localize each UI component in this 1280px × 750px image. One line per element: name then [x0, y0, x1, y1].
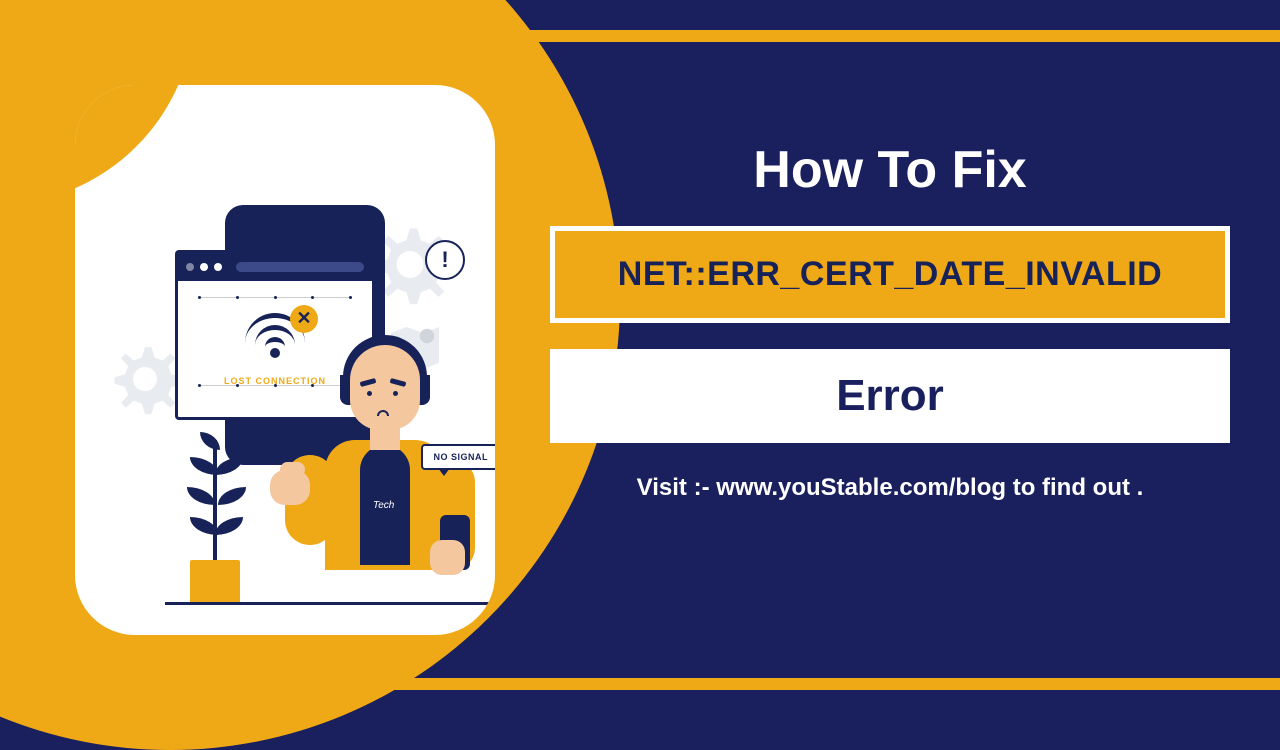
- person-eye: [393, 391, 398, 396]
- desk-line: [165, 602, 495, 605]
- exclamation-bubble-icon: !: [425, 240, 465, 280]
- leaf-icon: [200, 432, 220, 450]
- bottom-accent-bar: [340, 678, 1280, 690]
- leaf-icon: [215, 457, 243, 475]
- address-bar: [236, 262, 364, 272]
- illustration-container: ✕ LOST CONNECTION ! Tech: [75, 85, 495, 635]
- browser-titlebar: [178, 253, 372, 281]
- person-hand: [270, 470, 310, 505]
- illustration-card: ✕ LOST CONNECTION ! Tech: [75, 85, 495, 635]
- person-illustration: Tech NO SIGNAL: [285, 325, 485, 605]
- gear-icon: [105, 335, 185, 415]
- person-head: [350, 345, 420, 430]
- person-mouth: [377, 410, 389, 416]
- shirt-text: Tech: [373, 500, 394, 511]
- window-control-icon: [214, 263, 222, 271]
- person-hand: [430, 540, 465, 575]
- error-code-text: NET::ERR_CERT_DATE_INVALID: [587, 255, 1193, 294]
- no-signal-bubble: NO SIGNAL: [421, 444, 495, 470]
- page-title: How To Fix: [753, 140, 1026, 200]
- person-eye: [367, 391, 372, 396]
- plant-pot: [190, 560, 240, 605]
- window-control-icon: [186, 263, 194, 271]
- leaf-icon: [187, 487, 215, 505]
- subtitle-box: Error: [550, 349, 1230, 443]
- main-content: How To Fix NET::ERR_CERT_DATE_INVALID Er…: [550, 140, 1230, 502]
- leaf-icon: [215, 517, 243, 535]
- visit-cta-text: Visit :- www.youStable.com/blog to find …: [637, 474, 1144, 502]
- error-code-box: NET::ERR_CERT_DATE_INVALID: [550, 226, 1230, 323]
- window-control-icon: [200, 263, 208, 271]
- decorative-dots: [178, 296, 372, 299]
- error-label: Error: [590, 371, 1190, 421]
- leaf-icon: [218, 487, 246, 505]
